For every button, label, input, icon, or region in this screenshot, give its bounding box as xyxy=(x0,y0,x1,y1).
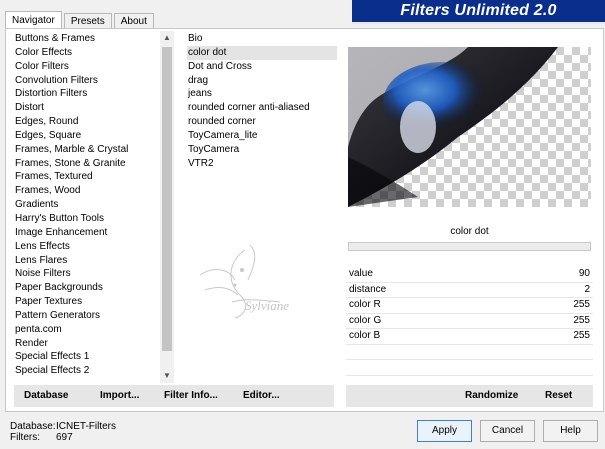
scroll-up-arrow-icon[interactable]: ▲ xyxy=(160,32,174,44)
cancel-button[interactable]: Cancel xyxy=(480,420,535,442)
filter-info-button[interactable]: Filter Info... xyxy=(164,385,218,407)
filter-list[interactable]: Bio color dot Dot and Cross drag jeans rounde… xyxy=(187,32,337,170)
filter-item[interactable]: ToyCamera xyxy=(187,143,337,157)
randomize-button[interactable]: Randomize xyxy=(465,385,518,407)
scrollbar-thumb[interactable] xyxy=(162,47,172,351)
parameter-list: value 90 distance 2 color R 255 color G 255 colo… xyxy=(346,267,593,377)
tab-bar: Navigator Presets About xyxy=(5,11,156,29)
filter-name-label: color dot xyxy=(450,226,489,237)
filters-count-label: Filters: xyxy=(10,432,40,443)
database-status-label: Database: xyxy=(10,421,56,432)
parameter-name: color G xyxy=(349,314,382,326)
help-button[interactable]: Help xyxy=(543,420,598,442)
database-status-value: ICNET-Filters xyxy=(56,421,116,432)
filter-item[interactable]: Bio xyxy=(187,32,337,46)
parameter-row[interactable]: color R 255 xyxy=(346,298,593,314)
filter-item[interactable]: rounded corner anti-aliased xyxy=(187,101,337,115)
filter-item[interactable]: jeans xyxy=(187,87,337,101)
category-item[interactable]: Frames, Stone & Granite xyxy=(14,157,162,171)
category-item[interactable]: Gradients xyxy=(14,198,162,212)
category-item[interactable]: Noise Filters xyxy=(14,267,162,281)
category-item[interactable]: Distortion Filters xyxy=(14,87,162,101)
category-item[interactable]: Frames, Wood xyxy=(14,184,162,198)
category-item[interactable]: Image Enhancement xyxy=(14,226,162,240)
parameter-row[interactable]: distance 2 xyxy=(346,283,593,298)
parameter-row-empty xyxy=(346,345,593,360)
category-item[interactable]: Special Effects 2 xyxy=(14,364,162,378)
filter-item[interactable]: VTR2 xyxy=(187,157,337,171)
svg-text:Sylviane: Sylviane xyxy=(245,298,289,313)
category-item[interactable]: Color Effects xyxy=(14,46,162,60)
filters-unlimited-banner: Filters Unlimited 2.0 xyxy=(352,0,605,24)
filter-item[interactable]: ToyCamera_lite xyxy=(187,129,337,143)
parameter-row[interactable]: color B 255 xyxy=(346,329,593,345)
tab-about[interactable]: About xyxy=(113,13,154,29)
category-list[interactable]: Buttons & Frames Color Effects Color Filte… xyxy=(14,32,162,384)
database-button[interactable]: Database xyxy=(24,385,68,407)
parameter-toolbar: Randomize Reset xyxy=(346,385,593,407)
banner-title: Filters Unlimited 2.0 xyxy=(400,2,557,19)
category-item[interactable]: Distort xyxy=(14,101,162,115)
parameter-value[interactable]: 255 xyxy=(573,298,590,313)
category-item[interactable]: Paper Backgrounds xyxy=(14,281,162,295)
filter-item[interactable]: rounded corner xyxy=(187,115,337,129)
category-item[interactable]: Edges, Square xyxy=(14,129,162,143)
category-item[interactable]: Lens Effects xyxy=(14,240,162,254)
parameter-name: color B xyxy=(349,330,381,341)
reset-button[interactable]: Reset xyxy=(545,385,572,407)
tab-navigator[interactable]: Navigator xyxy=(5,11,62,29)
sylviane-watermark: Sylviane xyxy=(190,240,340,330)
category-item[interactable]: penta.com xyxy=(14,323,162,337)
category-item[interactable]: Harry's Button Tools xyxy=(14,212,162,226)
navigator-toolbar: Database Import... Filter Info... Editor… xyxy=(14,385,334,407)
category-item[interactable]: Frames, Marble & Crystal xyxy=(14,143,162,157)
parameter-name: value xyxy=(349,268,373,279)
category-scrollbar[interactable]: ▲ ▼ xyxy=(160,31,174,383)
category-item[interactable]: Convolution Filters xyxy=(14,74,162,88)
import-button[interactable]: Import... xyxy=(100,385,139,407)
parameter-value[interactable]: 90 xyxy=(579,267,590,282)
category-item[interactable]: Pattern Generators xyxy=(14,309,162,323)
tab-presets[interactable]: Presets xyxy=(63,13,112,29)
parameter-name: color R xyxy=(349,299,381,310)
parameter-row-empty xyxy=(346,360,593,376)
category-item[interactable]: Buttons & Frames xyxy=(14,32,162,46)
parameter-name: distance xyxy=(349,283,387,295)
filter-progress-bar xyxy=(348,242,591,251)
category-item[interactable]: Lens Flares xyxy=(14,254,162,268)
parameter-row[interactable]: color G 255 xyxy=(346,314,593,329)
category-item[interactable]: Frames, Textured xyxy=(14,170,162,184)
filter-preview xyxy=(348,47,591,207)
watermark-logo-icon: Sylviane xyxy=(199,244,289,319)
category-item[interactable]: Edges, Round xyxy=(14,115,162,129)
filters-count-value: 697 xyxy=(56,432,73,443)
filter-item[interactable]: color dot xyxy=(187,45,337,60)
category-item[interactable]: Paper Textures xyxy=(14,295,162,309)
parameter-value[interactable]: 255 xyxy=(573,329,590,344)
scroll-down-arrow-icon[interactable]: ▼ xyxy=(160,370,174,382)
parameter-value[interactable]: 2 xyxy=(584,283,590,298)
filter-item[interactable]: drag xyxy=(187,74,337,88)
apply-button[interactable]: Apply xyxy=(417,420,472,442)
filter-item[interactable]: Dot and Cross xyxy=(187,60,337,74)
parameter-value[interactable]: 255 xyxy=(573,314,590,329)
category-item[interactable]: Render xyxy=(14,337,162,351)
editor-button[interactable]: Editor... xyxy=(243,385,280,407)
category-item[interactable]: Special Effects 1 xyxy=(14,350,162,364)
category-item[interactable]: Color Filters xyxy=(14,60,162,74)
parameter-row[interactable]: value 90 xyxy=(346,267,593,283)
preview-image xyxy=(348,47,591,207)
